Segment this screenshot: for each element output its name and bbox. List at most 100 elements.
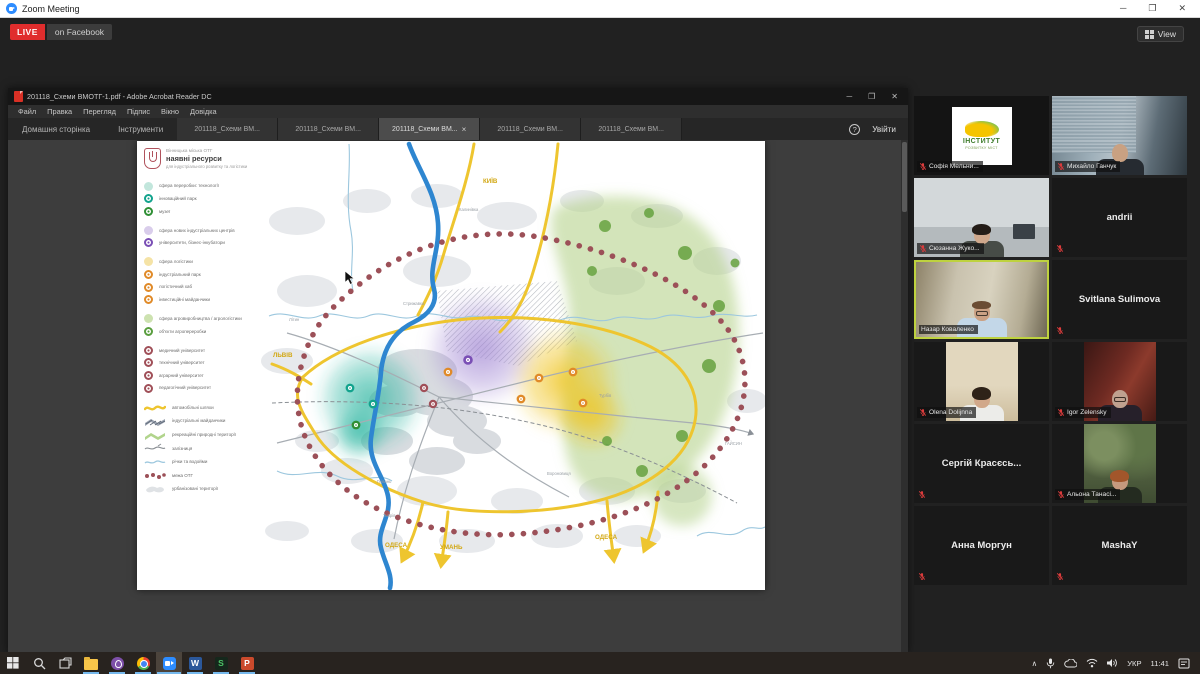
menu-sign[interactable]: Підпис: [127, 107, 150, 116]
tab-close-icon[interactable]: ×: [462, 125, 467, 134]
legend-band-green-hatch: [144, 430, 166, 440]
action-center-icon[interactable]: [1178, 658, 1190, 669]
viber-button[interactable]: [104, 652, 130, 674]
green-app-button[interactable]: S: [208, 652, 234, 674]
legend-marker-circle-green-light: [144, 314, 153, 323]
doc-tab-1[interactable]: 201118_Схеми ВМ...: [177, 118, 278, 140]
live-location-badge: on Facebook: [47, 24, 112, 40]
participant-tile-sofiia[interactable]: ІНСТИТУТ РОЗВИТКУ МІСТ Софія Мельни...: [914, 96, 1049, 175]
word-button[interactable]: W: [182, 652, 208, 674]
acrobat-window: 201118_Схеми ВМОТГ-1.pdf - Adobe Acrobat…: [8, 88, 908, 652]
participant-nametag: Михайло Ганчук: [1055, 161, 1120, 172]
acrobat-scrollbar[interactable]: [901, 140, 908, 652]
map-town-label: Гнівань: [377, 479, 392, 484]
muted-mic-icon: [1056, 244, 1064, 253]
participant-nametag: Igor Zelensky: [1055, 407, 1111, 418]
acrobat-title: 201118_Схеми ВМОТГ-1.pdf - Adobe Acrobat…: [27, 92, 212, 101]
participant-tile-svitlana[interactable]: Svitlana Sulimova: [1052, 260, 1187, 339]
view-button[interactable]: View: [1137, 26, 1184, 42]
legend-marker-donut-green-dark: [144, 327, 153, 336]
acrobat-document-area: КИЇВ ЛЬВІВ ОДЕСА УМАНЬ ОДЕСА Стрижавка К…: [8, 140, 908, 652]
folder-icon: [84, 659, 98, 670]
help-icon[interactable]: ?: [849, 124, 860, 135]
menu-view[interactable]: Перегляд: [83, 107, 116, 116]
tray-mic-icon[interactable]: [1046, 658, 1055, 669]
pdf-page: КИЇВ ЛЬВІВ ОДЕСА УМАНЬ ОДЕСА Стрижавка К…: [137, 141, 765, 590]
grid-view-icon: [1145, 30, 1154, 39]
muted-mic-icon: [1057, 408, 1065, 417]
window-close-button[interactable]: ✕: [1178, 3, 1186, 14]
meeting-area: LIVE on Facebook View 201118_Схеми ВМОТГ…: [0, 18, 1200, 652]
tab-tools[interactable]: Інструменти: [104, 118, 177, 140]
legend-marker-circle-teal-light: [144, 182, 153, 191]
zoom-camera-icon: [163, 657, 176, 670]
window-minimize-button[interactable]: ─: [1120, 3, 1126, 14]
doc-tab-4[interactable]: 201118_Схеми ВМ...: [480, 118, 581, 140]
legend-marker-donut-orange: [144, 283, 153, 292]
powerpoint-button[interactable]: P: [234, 652, 260, 674]
tray-onedrive-icon[interactable]: [1064, 659, 1077, 668]
muted-mic-icon: [918, 572, 926, 581]
tray-chevron-up-icon[interactable]: ∧: [1032, 659, 1038, 668]
participant-tile-siuzanna[interactable]: Сюзанна Жуко...: [914, 178, 1049, 257]
legend-blob-gray: [144, 484, 166, 494]
map-town-label: Стрижавка: [403, 301, 425, 306]
task-view-button[interactable]: [52, 652, 78, 674]
menu-window[interactable]: Вікно: [161, 107, 179, 116]
windows-logo-icon: [7, 657, 19, 669]
muted-mic-icon: [918, 490, 926, 499]
menu-edit[interactable]: Правка: [47, 107, 72, 116]
window-maximize-button[interactable]: ❐: [1148, 3, 1156, 14]
participant-tile-nazar-active-speaker[interactable]: Назар Коваленко: [914, 260, 1049, 339]
zoom-taskbar-button[interactable]: [156, 652, 182, 674]
legend-band-gray-hatch: [144, 416, 166, 426]
legend-marker-circle-purple-light: [144, 226, 153, 235]
system-tray: ∧ УКР 11:41: [1032, 658, 1200, 669]
zoom-window-titlebar: Zoom Meeting ─ ❐ ✕: [0, 0, 1200, 18]
participant-nametag: Olena Dolijnna: [917, 407, 976, 418]
acrobat-maximize-button[interactable]: ❐: [868, 92, 875, 101]
participant-nametag: Альона Танасі...: [1055, 489, 1120, 500]
sign-in-button[interactable]: Увійти: [872, 125, 896, 134]
legend-marker-donut-purple: [144, 238, 153, 247]
tab-home[interactable]: Домашня сторінка: [8, 118, 104, 140]
map-town-label: Турбів: [599, 393, 612, 398]
viber-icon: [111, 657, 124, 670]
legend-marker-donut-teal: [144, 194, 153, 203]
language-indicator[interactable]: УКР: [1127, 659, 1141, 668]
participant-tile-anna[interactable]: Анна Моргун: [914, 506, 1049, 585]
participant-tile-mashay[interactable]: MashaY: [1052, 506, 1187, 585]
tray-network-icon[interactable]: [1086, 658, 1098, 668]
map-label-odesa-left: ОДЕСА: [385, 542, 408, 549]
map-town-label: Літин: [289, 317, 300, 322]
menu-file[interactable]: Файл: [18, 107, 36, 116]
muted-mic-icon: [1057, 490, 1065, 499]
legend-title: наявні ресурси: [166, 154, 252, 163]
participant-tile-mykhailo[interactable]: Михайло Ганчук: [1052, 96, 1187, 175]
legend-subtitle: для індустріального розвитку та логістик…: [166, 164, 252, 170]
legend-marker-donut-green: [144, 207, 153, 216]
search-button[interactable]: [26, 652, 52, 674]
powerpoint-icon: P: [241, 657, 254, 670]
tray-volume-icon[interactable]: [1107, 658, 1118, 668]
acrobat-minimize-button[interactable]: ─: [846, 92, 852, 101]
clock[interactable]: 11:41: [1151, 659, 1169, 668]
menu-help[interactable]: Довідка: [190, 107, 217, 116]
start-button[interactable]: [0, 652, 26, 674]
acrobat-close-button[interactable]: ✕: [891, 92, 898, 101]
participant-tile-igor[interactable]: Igor Zelensky: [1052, 342, 1187, 421]
chrome-button[interactable]: [130, 652, 156, 674]
participant-tile-alona[interactable]: Альона Танасі...: [1052, 424, 1187, 503]
participant-tile-andrii[interactable]: andrii: [1052, 178, 1187, 257]
doc-tab-5[interactable]: 201118_Схеми ВМ...: [581, 118, 682, 140]
doc-tab-3-active[interactable]: 201118_Схеми ВМ... ×: [379, 118, 480, 140]
screen: Zoom Meeting ─ ❐ ✕ LIVE on Facebook View…: [0, 0, 1200, 674]
participant-tile-olena[interactable]: Olena Dolijnna: [914, 342, 1049, 421]
legend-marker-donut-maroon: [144, 384, 153, 393]
file-explorer-button[interactable]: [78, 652, 104, 674]
participant-tile-serhii[interactable]: Сергій Красєсь...: [914, 424, 1049, 503]
legend-marker-donut-maroon: [144, 346, 153, 355]
legend-marker-circle-yellow-light: [144, 257, 153, 266]
doc-tab-2[interactable]: 201118_Схеми ВМ...: [278, 118, 379, 140]
search-icon: [33, 657, 46, 670]
